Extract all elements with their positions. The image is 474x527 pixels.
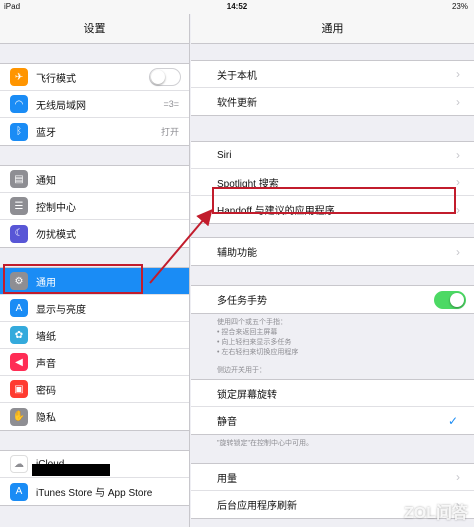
watermark: ZOL问答 xyxy=(404,505,468,522)
redacted-account-name xyxy=(32,464,110,476)
annotation-arrow xyxy=(149,208,213,284)
